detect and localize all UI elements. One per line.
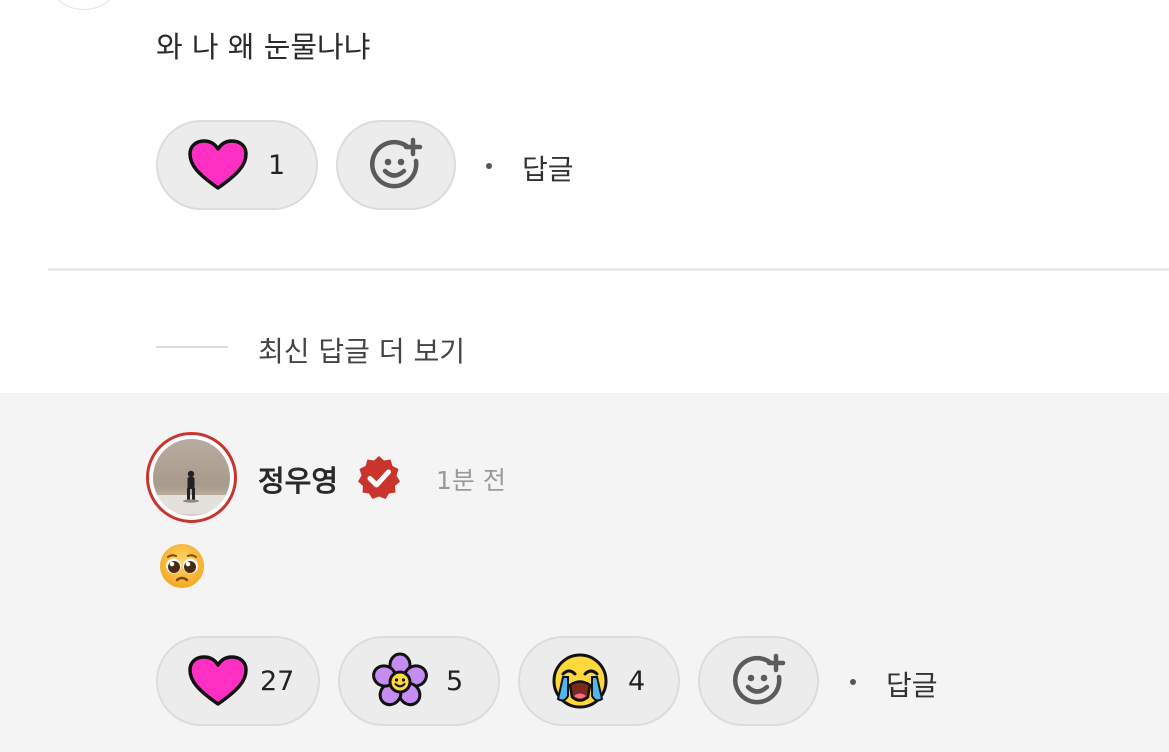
flower-reaction-button[interactable]: 5 <box>338 636 500 726</box>
avatar[interactable] <box>146 432 237 523</box>
add-reaction-button[interactable] <box>698 636 819 726</box>
reaction-count: 5 <box>446 665 464 697</box>
divider <box>48 268 1169 271</box>
username[interactable]: 정우영 <box>258 458 338 500</box>
add-reaction-icon <box>732 653 785 705</box>
crying-face-icon <box>552 653 608 709</box>
reaction-count: 27 <box>260 665 295 697</box>
avatar-photo <box>153 439 230 516</box>
heart-reaction-button[interactable]: 27 <box>156 636 320 726</box>
pink-heart-icon <box>188 655 248 706</box>
comment-text: 와 나 왜 눈물나냐 <box>156 30 371 64</box>
add-reaction-icon <box>369 137 423 189</box>
heart-reaction-button[interactable]: 1 <box>156 120 318 210</box>
previous-comment-avatar[interactable] <box>52 0 116 10</box>
more-replies-line <box>156 346 228 348</box>
purple-flower-icon <box>372 652 428 707</box>
reply-button[interactable]: 답글 <box>886 664 938 704</box>
more-replies-button[interactable]: 최신 답글 더 보기 <box>258 330 465 370</box>
reaction-count: 1 <box>268 149 286 181</box>
crying-reaction-button[interactable]: 4 <box>518 636 680 726</box>
timestamp: 1분 전 <box>436 466 506 495</box>
separator-dot <box>486 163 492 169</box>
pink-heart-icon <box>188 139 248 190</box>
pleading-face-emoji <box>160 544 204 588</box>
add-reaction-button[interactable] <box>336 120 456 210</box>
reaction-count: 4 <box>628 665 646 697</box>
reply-button[interactable]: 답글 <box>522 148 574 188</box>
verified-badge-icon <box>358 456 400 499</box>
separator-dot <box>850 679 856 685</box>
